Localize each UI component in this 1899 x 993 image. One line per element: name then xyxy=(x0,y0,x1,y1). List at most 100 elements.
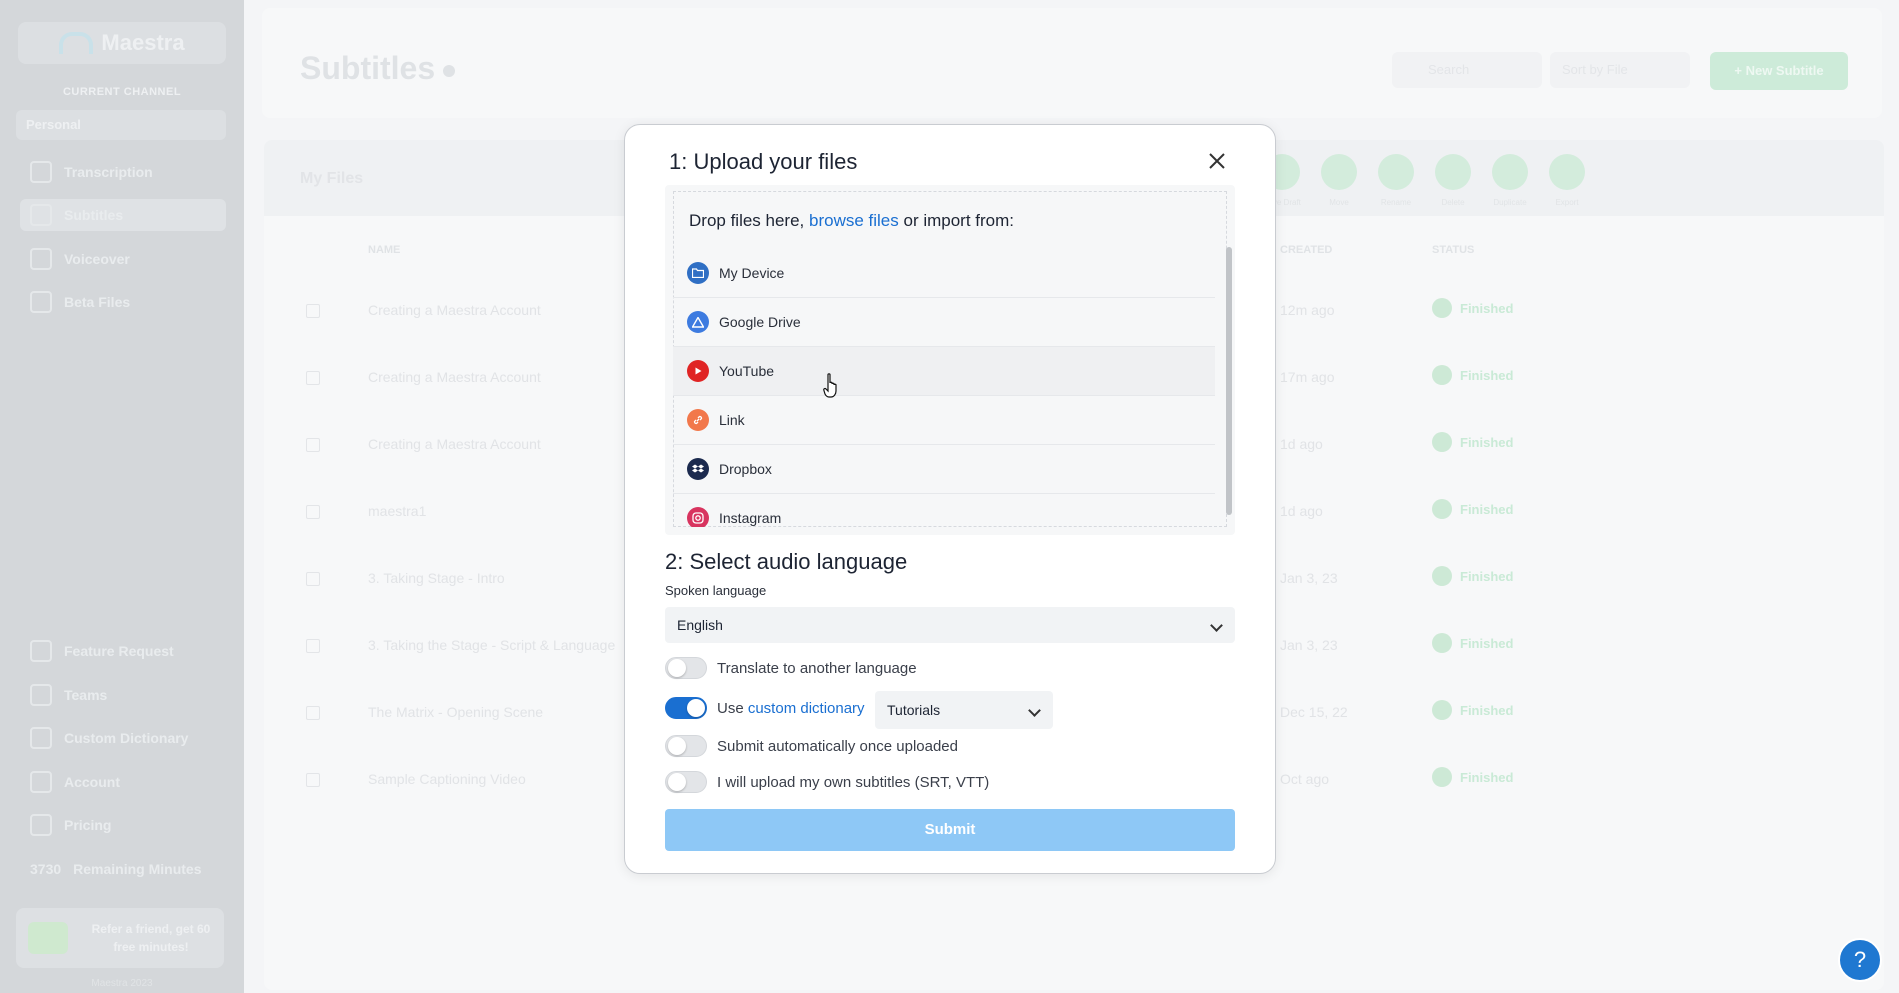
sidebar-item-feature-request[interactable]: Feature Request xyxy=(20,635,226,667)
file-name[interactable]: Creating a Maestra Account xyxy=(368,369,541,385)
auto-submit-toggle[interactable] xyxy=(665,735,707,757)
file-name[interactable]: The Matrix - Opening Scene xyxy=(368,704,543,720)
new-subtitle-button[interactable]: + New Subtitle xyxy=(1710,52,1848,90)
user-icon xyxy=(30,771,52,793)
toolbar-tool-icon[interactable] xyxy=(1321,154,1357,190)
file-name[interactable]: 3. Taking Stage - Intro xyxy=(368,570,505,586)
source-list-scrollbar[interactable] xyxy=(1225,241,1233,531)
sidebar-item-account[interactable]: Account xyxy=(20,766,226,798)
scrollbar-thumb[interactable] xyxy=(1226,247,1232,515)
sidebar-item-teams[interactable]: Teams xyxy=(20,679,226,711)
source-dropbox[interactable]: Dropbox xyxy=(673,445,1215,494)
sidebar-item-pricing[interactable]: Pricing xyxy=(20,809,226,841)
source-instagram[interactable]: Instagram xyxy=(673,494,1215,527)
row-checkbox[interactable] xyxy=(306,371,320,385)
row-checkbox[interactable] xyxy=(306,438,320,452)
auto-submit-label: Submit automatically once uploaded xyxy=(717,737,958,755)
google-drive-icon xyxy=(687,311,709,333)
submit-button[interactable]: Submit xyxy=(665,809,1235,851)
status-badge: Finished xyxy=(1432,365,1513,385)
spoken-language-label: Spoken language xyxy=(665,583,767,598)
row-checkbox[interactable] xyxy=(306,505,320,519)
toolbar-tool-icon[interactable] xyxy=(1378,154,1414,190)
price-tag-icon xyxy=(30,814,52,836)
source-my-device[interactable]: My Device xyxy=(673,249,1215,298)
sort-select[interactable]: Sort by File xyxy=(1550,52,1690,88)
sidebar-item-subtitles[interactable]: Subtitles xyxy=(20,199,226,231)
status-text: Finished xyxy=(1460,702,1514,718)
row-checkbox[interactable] xyxy=(306,304,320,318)
info-icon[interactable] xyxy=(443,64,456,77)
page-title-text: Subtitles xyxy=(300,50,436,86)
check-icon xyxy=(1432,633,1452,653)
file-date: Oct ago xyxy=(1280,771,1330,787)
custom-dictionary-link[interactable]: custom dictionary xyxy=(748,700,865,717)
column-header-status[interactable]: STATUS xyxy=(1432,244,1474,256)
toolbar-tool-label: Move xyxy=(1329,198,1349,207)
file-name[interactable]: Creating a Maestra Account xyxy=(368,302,541,318)
file-name[interactable]: Sample Captioning Video xyxy=(368,771,526,787)
step2-title: 2: Select audio language xyxy=(665,549,908,574)
app-logo[interactable]: Maestra xyxy=(18,22,226,64)
files-title: My Files xyxy=(300,170,364,187)
row-checkbox[interactable] xyxy=(306,706,320,720)
browse-files-link[interactable]: browse files xyxy=(809,211,899,230)
own-subtitles-toggle[interactable] xyxy=(665,771,707,793)
status-badge: Finished xyxy=(1432,432,1513,452)
toolbar-tool-icon[interactable] xyxy=(1549,154,1585,190)
file-date: Jan 3, 23 xyxy=(1280,570,1338,586)
gift-icon xyxy=(28,922,68,954)
file-drop-zone[interactable]: Drop files here, browse files or import … xyxy=(665,185,1235,535)
check-icon xyxy=(1432,566,1452,586)
auto-submit-option: Submit automatically once uploaded xyxy=(665,734,958,758)
sidebar-item-transcription[interactable]: Transcription xyxy=(20,156,226,188)
link-icon xyxy=(687,409,709,431)
status-badge: Finished xyxy=(1432,767,1513,787)
own-subtitles-label: I will upload my own subtitles (SRT, VTT… xyxy=(717,773,990,791)
spoken-language-select[interactable]: English xyxy=(665,607,1235,643)
toggle-knob xyxy=(668,773,686,791)
status-badge: Finished xyxy=(1432,633,1513,653)
toggle-knob xyxy=(668,737,686,755)
toolbar-tool-icon[interactable] xyxy=(1492,154,1528,190)
channel-select[interactable]: Personal xyxy=(16,110,226,140)
book-icon xyxy=(30,727,52,749)
custom-dictionary-toggle[interactable] xyxy=(665,697,707,719)
sidebar-item-beta-files[interactable]: Beta Files xyxy=(20,286,226,318)
file-name[interactable]: Creating a Maestra Account xyxy=(368,436,541,452)
sidebar-item-label: Custom Dictionary xyxy=(64,730,189,746)
own-subtitles-option: I will upload my own subtitles (SRT, VTT… xyxy=(665,770,989,794)
row-checkbox[interactable] xyxy=(306,572,320,586)
beta-icon xyxy=(30,291,52,313)
source-youtube[interactable]: YouTube xyxy=(673,347,1215,396)
row-checkbox[interactable] xyxy=(306,773,320,787)
column-header-name[interactable]: NAME xyxy=(368,244,400,256)
row-checkbox[interactable] xyxy=(306,639,320,653)
source-google-drive[interactable]: Google Drive xyxy=(673,298,1215,347)
search-input[interactable]: Search xyxy=(1392,52,1542,88)
dictionary-select[interactable]: Tutorials xyxy=(875,691,1053,729)
spoken-language-value: English xyxy=(677,617,723,633)
check-icon xyxy=(1432,499,1452,519)
source-link[interactable]: Link xyxy=(673,396,1215,445)
file-date: 17m ago xyxy=(1280,369,1335,385)
refer-friend-card[interactable]: Refer a friend, get 60 free minutes! xyxy=(16,908,224,968)
status-text: Finished xyxy=(1460,367,1514,383)
sidebar-item-custom-dictionary[interactable]: Custom Dictionary xyxy=(20,722,226,754)
sidebar-item-label: Pricing xyxy=(64,817,112,833)
status-badge: Finished xyxy=(1432,499,1513,519)
file-name[interactable]: maestra1 xyxy=(368,503,426,519)
drop-suffix: or import from: xyxy=(898,211,1015,230)
translate-toggle[interactable] xyxy=(665,657,707,679)
sidebar-item-voiceover[interactable]: Voiceover xyxy=(20,243,226,275)
subtitles-icon xyxy=(30,204,52,226)
page-title: Subtitles xyxy=(300,50,456,87)
source-label: Instagram xyxy=(719,510,782,526)
instagram-icon xyxy=(687,507,709,527)
close-icon[interactable] xyxy=(1205,149,1229,173)
toolbar-tool-icon[interactable] xyxy=(1435,154,1471,190)
help-button[interactable]: ? xyxy=(1838,938,1882,982)
column-header-date[interactable]: CREATED xyxy=(1280,244,1332,256)
file-name[interactable]: 3. Taking the Stage - Script & Language xyxy=(368,637,615,653)
logo-mark-icon xyxy=(59,32,94,54)
